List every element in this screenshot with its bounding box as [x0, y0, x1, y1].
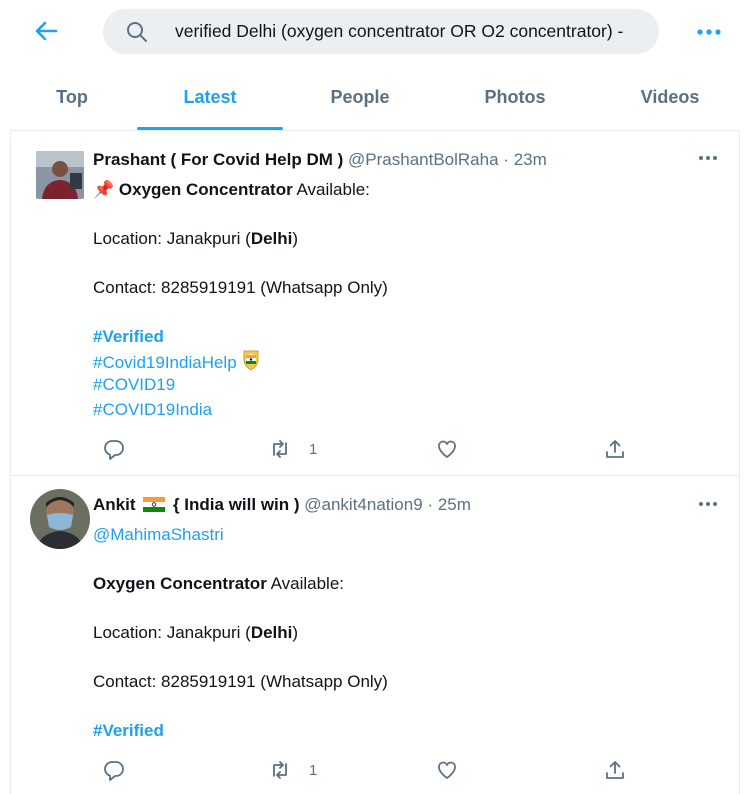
tweet-contact: Contact: 8285919191 (Whatsapp Only): [93, 278, 388, 297]
tweet-location: Location: Janakpuri (Delhi): [93, 621, 298, 645]
tweet-more-icon[interactable]: [693, 494, 723, 514]
share-button[interactable]: [604, 434, 626, 464]
more-options-icon[interactable]: [692, 18, 726, 46]
india-hashtag-emoji-icon: [241, 349, 261, 378]
retweet-icon: [273, 440, 287, 458]
hashtag-text[interactable]: #Verified: [93, 327, 164, 346]
user-handle[interactable]: @PrashantBolRaha: [348, 150, 499, 169]
tweet-header: Ankit { India will win ) @ankit4nation9 …: [93, 493, 471, 519]
heart-icon: [438, 761, 456, 779]
retweet-icon: [273, 761, 287, 779]
reply-button[interactable]: [103, 434, 125, 464]
tweet-title-rest: Available:: [266, 574, 345, 593]
tweet-more-icon[interactable]: [693, 148, 723, 168]
location-city: Delhi: [250, 229, 293, 248]
search-tabs: Top Latest People Photos Videos: [10, 62, 740, 131]
tweet-actions: 1: [93, 755, 653, 785]
hashtag-text[interactable]: #Verified: [93, 721, 164, 740]
tab-label: Top: [56, 87, 88, 107]
location-prefix: Location: Janakpuri (: [93, 623, 251, 642]
heart-icon: [438, 440, 456, 458]
location-suffix: ): [292, 623, 299, 642]
hashtag-text[interactable]: #Covid19IndiaHelp: [93, 353, 237, 372]
retweet-count: 1: [309, 440, 318, 458]
mention-link[interactable]: @MahimaShastri: [93, 525, 224, 544]
tab-latest[interactable]: Latest: [137, 62, 283, 130]
display-name[interactable]: Ankit: [93, 495, 136, 514]
avatar[interactable]: [30, 489, 90, 549]
hashtag-covid19[interactable]: #COVID19: [93, 373, 175, 397]
hashtag-text[interactable]: #COVID19: [93, 375, 175, 394]
tweet-title-bold: Oxygen Concentrator: [93, 574, 267, 593]
tab-label: Videos: [640, 87, 700, 107]
share-icon: [606, 440, 624, 458]
location-city: Delhi: [250, 623, 293, 642]
retweet-button[interactable]: 1: [269, 434, 317, 464]
separator-dot: ·: [503, 150, 509, 169]
back-arrow-icon[interactable]: [30, 16, 64, 46]
tweet-location: Location: Janakpuri (Delhi): [93, 227, 298, 251]
mention-line[interactable]: @MahimaShastri: [93, 523, 224, 547]
like-button[interactable]: [436, 755, 458, 785]
like-button[interactable]: [436, 434, 458, 464]
hashtag-verified[interactable]: #Verified: [93, 325, 164, 349]
tab-people[interactable]: People: [310, 62, 410, 130]
separator-dot: ·: [427, 495, 434, 514]
tab-label: Latest: [183, 87, 237, 107]
reply-button[interactable]: [103, 755, 125, 785]
tweet-contact: Contact: 8285919191 (Whatsapp Only): [93, 672, 388, 691]
tab-top[interactable]: Top: [30, 62, 114, 130]
retweet-button[interactable]: 1: [269, 755, 317, 785]
location-prefix: Location: Janakpuri (: [93, 229, 251, 248]
pushpin-icon: 📌: [93, 180, 115, 199]
tab-label: People: [330, 87, 390, 107]
user-handle[interactable]: @ankit4nation9: [304, 495, 422, 514]
tab-videos[interactable]: Videos: [620, 62, 720, 130]
avatar[interactable]: [36, 151, 84, 199]
tweet-title-line: 📌 Oxygen Concentrator Available:: [93, 178, 370, 202]
tweet-actions: 1: [93, 434, 653, 464]
hashtag-covid19india[interactable]: #COVID19India: [93, 398, 212, 422]
tweet-title-line: Oxygen Concentrator Available:: [93, 572, 344, 596]
india-flag-icon: [143, 495, 166, 519]
share-icon: [606, 761, 624, 779]
tweet-header: Prashant ( For Covid Help DM ) @Prashant…: [93, 148, 547, 172]
timestamp[interactable]: 25m: [438, 495, 471, 514]
search-box[interactable]: [103, 9, 659, 54]
hashtag-text[interactable]: #COVID19India: [93, 400, 212, 419]
retweet-count: 1: [309, 761, 318, 779]
display-name-suffix[interactable]: { India will win ): [173, 495, 300, 514]
tab-label: Photos: [484, 87, 546, 107]
tweet-title-rest: Available:: [292, 180, 370, 199]
search-input[interactable]: [175, 9, 655, 54]
tab-photos[interactable]: Photos: [465, 62, 565, 130]
reply-icon: [104, 440, 124, 460]
display-name[interactable]: Prashant ( For Covid Help DM ): [93, 150, 343, 169]
timestamp[interactable]: 23m: [514, 150, 547, 169]
tweet-title-bold: Oxygen Concentrator: [118, 180, 293, 199]
reply-icon: [104, 761, 124, 781]
tweet-divider: [10, 475, 740, 476]
search-icon: [125, 20, 149, 44]
hashtag-verified[interactable]: #Verified: [93, 719, 164, 743]
top-bar: [0, 0, 750, 62]
location-suffix: ): [292, 229, 299, 248]
share-button[interactable]: [604, 755, 626, 785]
